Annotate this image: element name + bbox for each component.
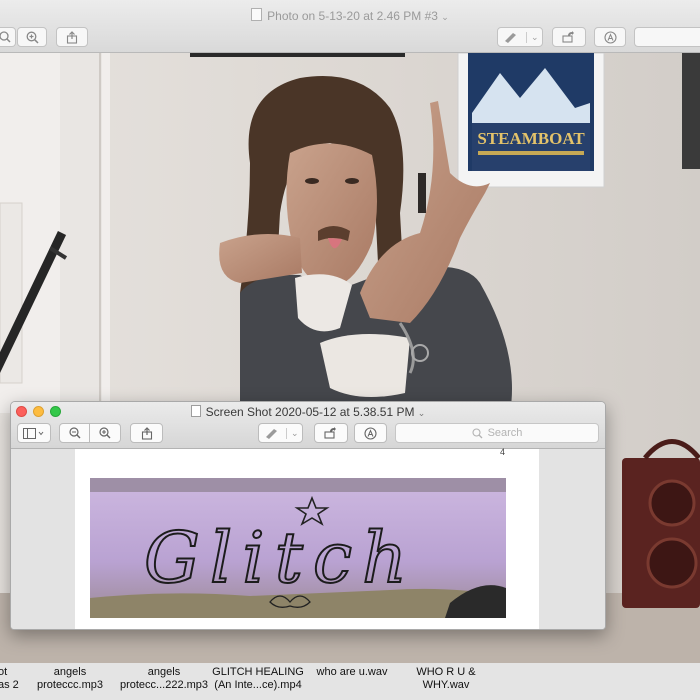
annotate-button[interactable] (354, 423, 387, 443)
share-button[interactable] (56, 27, 88, 47)
pen-icon (266, 429, 277, 439)
markup-button[interactable]: ⌄ (258, 423, 303, 443)
poster-text: STEAMBOAT (477, 129, 585, 148)
screenshot-preview-window: Screen Shot 2020-05-12 at 5.38.51 PM ⌄ ⌄… (10, 401, 606, 630)
document-page: 4 Glitch (75, 447, 539, 629)
zoom-out-button[interactable] (0, 27, 16, 47)
desktop-file[interactable]: angels proteccc.mp3 (22, 666, 118, 692)
desktop-file-row: ot as 2 angels proteccc.mp3 angels protecc.… (0, 663, 700, 700)
zoom-in-icon (99, 427, 111, 439)
chevron-down-icon[interactable]: ⌄ (418, 408, 426, 418)
desktop-file[interactable]: GLITCH HEALING (An Inte...ce).mp4 (206, 666, 310, 692)
share-icon (66, 30, 78, 44)
document-area[interactable]: 4 Glitch (11, 447, 605, 629)
markup-button[interactable]: ⌄ (497, 27, 543, 47)
zoom-out-icon (0, 31, 11, 43)
page-number: 4 (499, 447, 505, 457)
search-input[interactable]: Search (395, 423, 599, 443)
annotate-icon (364, 426, 377, 440)
zoom-out-icon (68, 427, 80, 439)
zoom-in-button[interactable] (17, 27, 47, 47)
zoom-in-button[interactable] (89, 423, 121, 443)
pen-icon (505, 33, 516, 43)
sidebar-icon (23, 427, 44, 439)
back-window-title: Photo on 5-13-20 at 2.46 PM #3 ⌄ (0, 8, 700, 23)
chevron-down-icon[interactable]: ⌄ (441, 12, 449, 22)
share-button[interactable] (130, 423, 163, 443)
desktop-file[interactable]: who are u.wav (304, 666, 400, 679)
glitch-foam-image: Glitch (90, 478, 506, 618)
rotate-button[interactable] (552, 27, 586, 47)
front-window-title: Screen Shot 2020-05-12 at 5.38.51 PM ⌄ (11, 405, 605, 419)
zoom-out-button[interactable] (59, 423, 90, 443)
share-icon (141, 426, 152, 440)
chevron-down-icon: ⌄ (526, 31, 539, 43)
rotate-icon (324, 427, 336, 439)
desktop-file[interactable]: ot as 2 (0, 666, 19, 692)
rotate-icon (562, 31, 574, 43)
desktop-file[interactable]: angels protecc...222.mp3 (112, 666, 216, 692)
desktop-file[interactable]: WHO R U & WHY.wav (398, 666, 494, 692)
zoom-in-icon (26, 31, 39, 44)
document-icon (251, 8, 263, 21)
annotate-button[interactable] (594, 27, 626, 47)
sidebar-toggle-button[interactable] (17, 423, 51, 443)
front-window-titlebar: Screen Shot 2020-05-12 at 5.38.51 PM ⌄ ⌄… (11, 402, 605, 449)
rotate-button[interactable] (314, 423, 348, 443)
annotate-icon (603, 30, 617, 44)
document-icon (190, 405, 201, 417)
back-window-titlebar: Photo on 5-13-20 at 2.46 PM #3 ⌄ ⌄ (0, 0, 700, 53)
search-icon (472, 427, 483, 438)
search-placeholder: Search (487, 427, 523, 439)
back-search-field[interactable] (634, 27, 700, 47)
chevron-down-icon: ⌄ (286, 427, 299, 439)
glitch-handwriting: Glitch (144, 517, 417, 599)
